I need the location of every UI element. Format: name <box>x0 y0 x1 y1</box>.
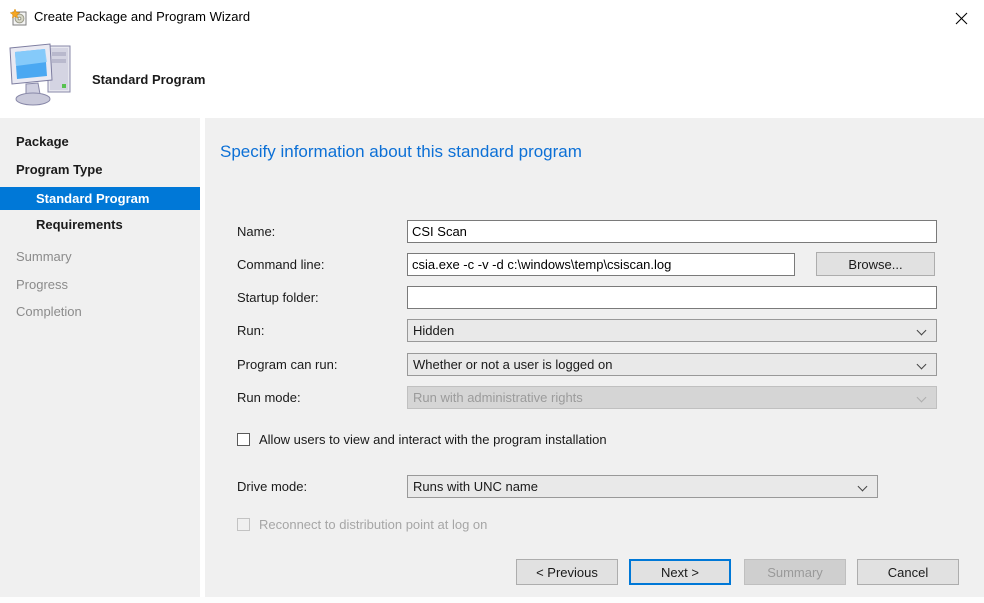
close-button[interactable] <box>944 4 978 32</box>
command-line-input[interactable] <box>407 253 795 276</box>
chevron-down-icon <box>858 482 868 492</box>
sidebar-item-standard-program[interactable]: Standard Program <box>0 187 200 210</box>
run-dropdown[interactable]: Hidden <box>407 319 937 342</box>
drive-mode-dropdown-value: Runs with UNC name <box>413 479 538 494</box>
startup-folder-label: Startup folder: <box>237 290 319 305</box>
cancel-button[interactable]: Cancel <box>857 559 959 585</box>
allow-interact-label: Allow users to view and interact with th… <box>259 432 607 447</box>
sidebar-item-completion: Completion <box>0 301 200 323</box>
next-button[interactable]: Next > <box>629 559 731 585</box>
run-dropdown-value: Hidden <box>413 323 454 338</box>
allow-interact-checkbox-row[interactable]: Allow users to view and interact with th… <box>237 432 607 447</box>
program-can-run-dropdown-value: Whether or not a user is logged on <box>413 357 612 372</box>
run-mode-label: Run mode: <box>237 390 301 405</box>
wizard-content-pane: Specify information about this standard … <box>205 118 984 597</box>
program-can-run-dropdown[interactable]: Whether or not a user is logged on <box>407 353 937 376</box>
previous-button[interactable]: < Previous <box>516 559 618 585</box>
wizard-body: Package Program Type Standard Program Re… <box>0 118 984 603</box>
window-title: Create Package and Program Wizard <box>34 9 250 24</box>
sidebar-item-package[interactable]: Package <box>0 131 200 153</box>
reconnect-checkbox <box>237 518 250 531</box>
page-title: Specify information about this standard … <box>220 142 582 162</box>
browse-button[interactable]: Browse... <box>816 252 935 276</box>
banner-title: Standard Program <box>92 72 205 87</box>
sidebar-item-summary: Summary <box>0 246 200 268</box>
run-label: Run: <box>237 323 264 338</box>
startup-folder-input[interactable] <box>407 286 937 309</box>
title-bar: Create Package and Program Wizard <box>0 0 984 36</box>
wizard-steps-sidebar: Package Program Type Standard Program Re… <box>0 118 200 597</box>
wizard-app-icon <box>10 9 28 27</box>
summary-button: Summary <box>744 559 846 585</box>
reconnect-label: Reconnect to distribution point at log o… <box>259 517 487 532</box>
chevron-down-icon <box>917 393 927 403</box>
drive-mode-label: Drive mode: <box>237 479 307 494</box>
program-can-run-label: Program can run: <box>237 357 337 372</box>
command-line-label: Command line: <box>237 257 324 272</box>
window-bottom-edge <box>0 597 984 603</box>
name-label: Name: <box>237 224 275 239</box>
wizard-window: { "window": { "title": "Create Package a… <box>0 0 984 603</box>
drive-mode-dropdown[interactable]: Runs with UNC name <box>407 475 878 498</box>
sidebar-item-progress: Progress <box>0 274 200 296</box>
chevron-down-icon <box>917 326 927 336</box>
chevron-down-icon <box>917 360 927 370</box>
reconnect-checkbox-row: Reconnect to distribution point at log o… <box>237 517 487 532</box>
wizard-banner: Standard Program <box>0 36 984 118</box>
run-mode-dropdown-value: Run with administrative rights <box>413 390 583 405</box>
sidebar-item-requirements[interactable]: Requirements <box>0 214 200 236</box>
computer-icon <box>6 42 78 110</box>
sidebar-item-program-type[interactable]: Program Type <box>0 159 200 181</box>
run-mode-dropdown: Run with administrative rights <box>407 386 937 409</box>
name-input[interactable] <box>407 220 937 243</box>
allow-interact-checkbox[interactable] <box>237 433 250 446</box>
close-icon <box>955 12 968 25</box>
